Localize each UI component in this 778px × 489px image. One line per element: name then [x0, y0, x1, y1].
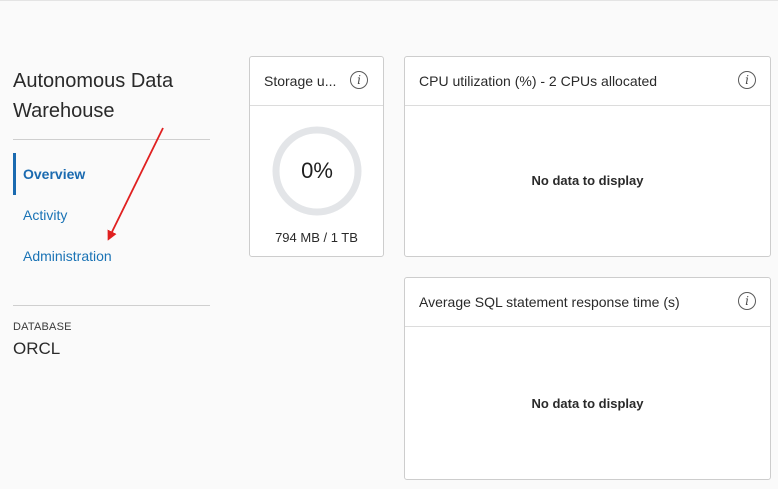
annotation-arrow	[107, 127, 164, 241]
